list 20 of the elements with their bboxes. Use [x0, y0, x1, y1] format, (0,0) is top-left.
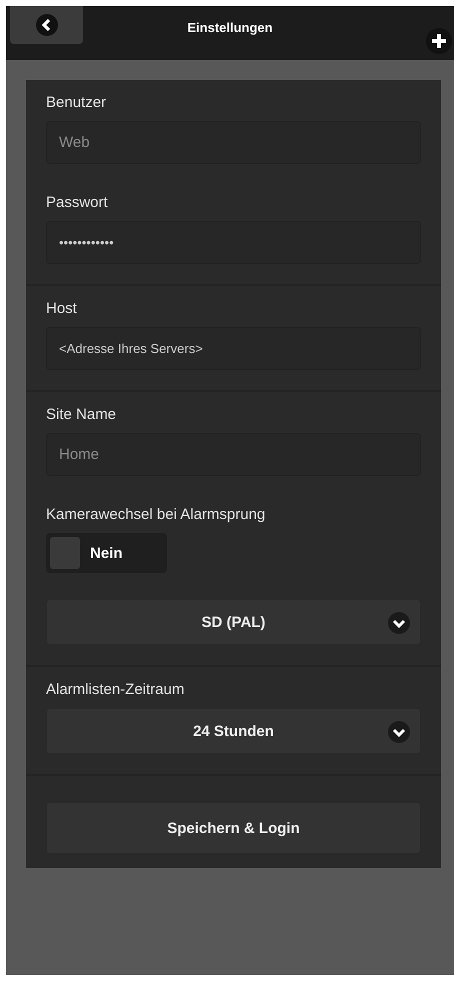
input-field[interactable]: ••••••••••••	[46, 221, 421, 264]
back-icon	[36, 14, 58, 36]
page-title: Einstellungen	[187, 20, 273, 35]
field-label: Host	[46, 300, 78, 317]
dropdown-select[interactable]: 24 Stunden	[46, 708, 421, 754]
input-field[interactable]: Web	[46, 121, 421, 164]
add-button[interactable]	[426, 28, 452, 54]
field-label: Benutzer	[46, 94, 108, 111]
input-field[interactable]: Home	[46, 433, 421, 476]
plus-icon	[431, 33, 447, 49]
chevron-down-icon	[388, 612, 410, 634]
chevron-down-icon	[388, 721, 410, 743]
field-label: Kamerawechsel bei Alarmsprung	[46, 506, 266, 523]
field-label: Alarmlisten-Zeitraum	[46, 681, 186, 698]
input-field[interactable]: <Adresse Ihres Servers>	[46, 327, 421, 370]
field-label: Passwort	[46, 194, 109, 211]
toggle-switch[interactable]: Nein	[46, 533, 167, 573]
dropdown-select[interactable]: SD (PAL)	[46, 599, 421, 645]
field-label: Site Name	[46, 406, 118, 423]
save-login-button[interactable]: Speichern & Login	[46, 802, 421, 854]
